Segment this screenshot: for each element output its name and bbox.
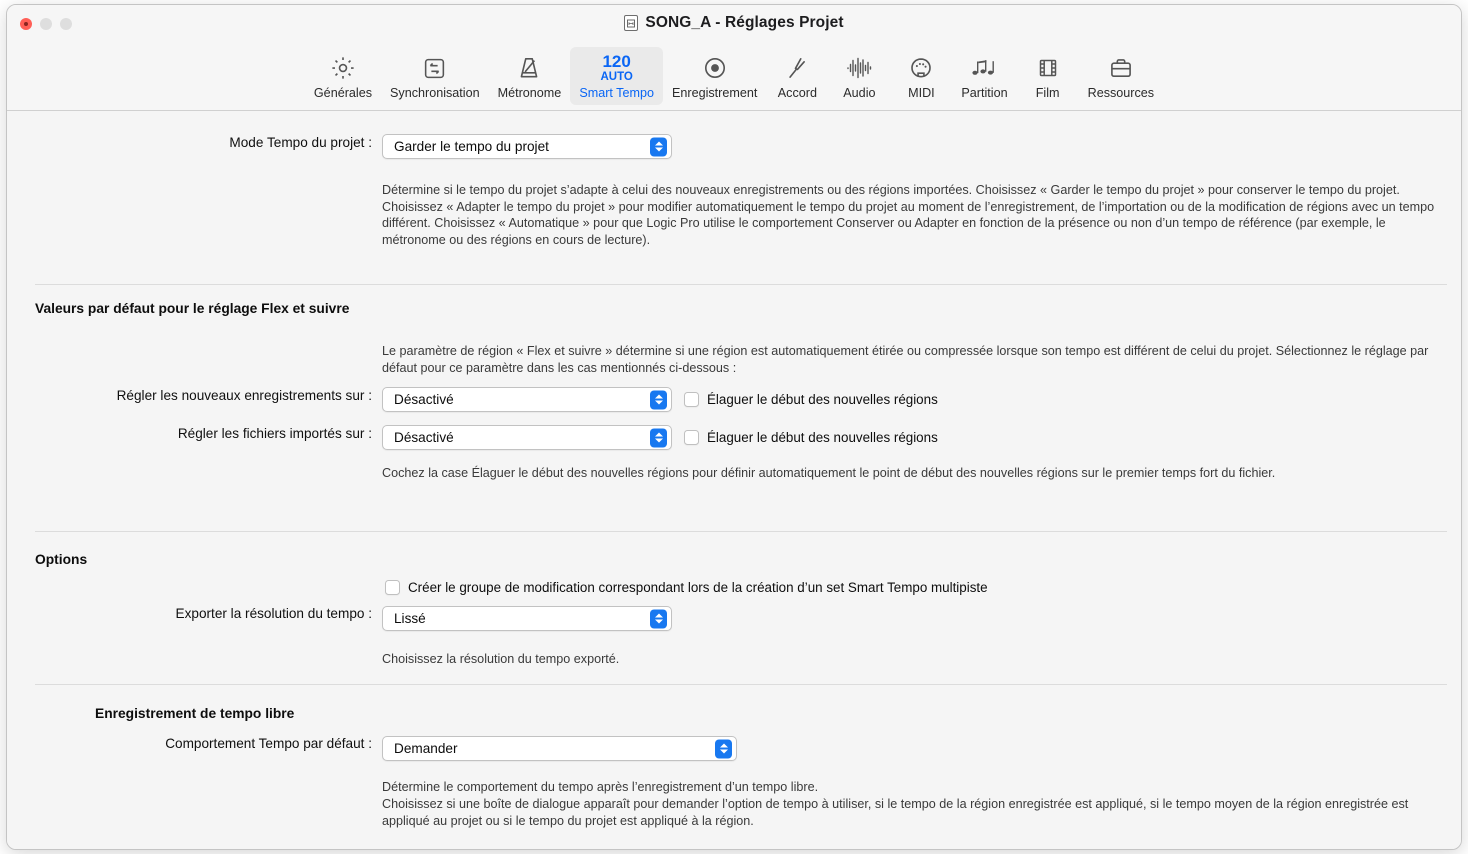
project-tempo-mode-label: Mode Tempo du projet : — [229, 135, 372, 150]
free-tempo-description-line1: Détermine le comportement du tempo après… — [382, 780, 819, 794]
tempo-mode: AUTO — [600, 70, 633, 83]
free-tempo-section-heading: Enregistrement de tempo libre — [95, 706, 295, 721]
tempo-value: 120 — [602, 51, 631, 71]
imported-files-label-row: Régler les fichiers importés sur : — [7, 426, 372, 441]
tab-midi[interactable]: MIDI — [890, 47, 952, 105]
project-tempo-mode-select[interactable]: Garder le tempo du projet — [382, 134, 672, 159]
project-tempo-mode-value: Garder le tempo du projet — [394, 139, 549, 154]
document-icon — [624, 15, 639, 31]
checkbox-box[interactable] — [684, 430, 699, 445]
tab-label: Générales — [313, 86, 372, 100]
flex-section-heading: Valeurs par défaut pour le réglage Flex … — [35, 301, 350, 316]
export-resolution-hint: Choisissez la résolution du tempo export… — [382, 652, 620, 666]
new-recordings-label: Régler les nouveaux enregistrements sur … — [116, 388, 372, 403]
tab-partition[interactable]: Partition — [952, 47, 1016, 105]
imported-files-trim-checkbox[interactable]: Élaguer le début des nouvelles régions — [684, 430, 938, 445]
tab-synchronisation[interactable]: Synchronisation — [381, 47, 489, 105]
tab-label: Audio — [843, 86, 876, 100]
imported-files-value: Désactivé — [394, 430, 454, 445]
tab-label: Smart Tempo — [579, 86, 654, 100]
options-section-heading: Options — [35, 552, 88, 567]
gear-icon — [330, 51, 356, 85]
briefcase-icon — [1108, 51, 1134, 85]
imported-files-label: Régler les fichiers importés sur : — [177, 426, 372, 441]
chevron-updown-icon — [650, 428, 667, 447]
tab-ressources[interactable]: Ressources — [1079, 47, 1164, 105]
export-resolution-value: Lissé — [394, 611, 426, 626]
chevron-updown-icon — [650, 609, 667, 628]
checkbox-box[interactable] — [385, 580, 400, 595]
title-bar: SONG_A - Réglages Projet — [7, 5, 1461, 45]
export-resolution-label: Exporter la résolution du tempo : — [175, 606, 372, 621]
metronome-icon — [516, 51, 542, 85]
record-icon — [702, 51, 728, 85]
divider-1 — [35, 284, 1447, 285]
midi-icon — [908, 51, 934, 85]
export-resolution-label-row: Exporter la résolution du tempo : — [7, 606, 372, 621]
flex-section-footnote: Cochez la case Élaguer le début des nouv… — [382, 466, 1276, 480]
tab-enregistrement[interactable]: Enregistrement — [663, 47, 766, 105]
checkbox-label: Élaguer le début des nouvelles régions — [707, 392, 938, 407]
new-recordings-trim-checkbox[interactable]: Élaguer le début des nouvelles régions — [684, 392, 938, 407]
tab-metronome[interactable]: Métronome — [489, 47, 571, 105]
chevron-updown-icon — [650, 390, 667, 409]
checkbox-label: Créer le groupe de modification correspo… — [408, 580, 988, 595]
checkbox-box[interactable] — [684, 392, 699, 407]
sync-arrows-icon — [422, 51, 447, 85]
tab-label: MIDI — [908, 86, 935, 100]
project-tempo-mode-description: Détermine si le tempo du projet s’adapte… — [382, 183, 1435, 247]
export-resolution-select[interactable]: Lissé — [382, 606, 672, 631]
divider-3 — [35, 684, 1447, 685]
window-title-group: SONG_A - Réglages Projet — [7, 14, 1461, 32]
chevron-updown-icon — [650, 137, 667, 156]
filmstrip-icon — [1036, 51, 1060, 85]
notes-icon — [970, 51, 998, 85]
page-title: SONG_A - Réglages Projet — [645, 14, 844, 31]
new-recordings-select[interactable]: Désactivé — [382, 387, 672, 412]
new-recordings-label-row: Régler les nouveaux enregistrements sur … — [7, 388, 372, 403]
tab-label: Partition — [961, 86, 1008, 100]
tab-label: Enregistrement — [671, 86, 758, 100]
free-tempo-description-line2: Choisissez si une boîte de dialogue appa… — [382, 797, 1409, 828]
chevron-updown-icon — [715, 739, 732, 758]
tab-label: Métronome — [497, 86, 562, 100]
settings-content: Mode Tempo du projet : Garder le tempo d… — [7, 111, 1461, 849]
tuning-fork-icon — [784, 51, 810, 85]
tab-audio[interactable]: Audio — [828, 47, 890, 105]
flex-section-description: Le paramètre de région « Flex et suivre … — [382, 344, 1429, 375]
default-tempo-behavior-value: Demander — [394, 741, 458, 756]
divider-2 — [35, 531, 1447, 532]
tab-label: Ressources — [1087, 86, 1155, 100]
create-edit-group-checkbox[interactable]: Créer le groupe de modification correspo… — [385, 580, 988, 595]
tab-smart-tempo[interactable]: 120 AUTO Smart Tempo — [570, 47, 663, 105]
project-settings-window: SONG_A - Réglages Projet Générales Synch… — [6, 4, 1462, 850]
tab-film[interactable]: Film — [1017, 47, 1079, 105]
default-tempo-behavior-label-row: Comportement Tempo par défaut : — [7, 736, 372, 751]
imported-files-select[interactable]: Désactivé — [382, 425, 672, 450]
tab-generales[interactable]: Générales — [305, 47, 381, 105]
tab-label: Synchronisation — [390, 86, 480, 100]
waveform-icon — [845, 51, 873, 85]
checkbox-label: Élaguer le début des nouvelles régions — [707, 430, 938, 445]
project-tempo-mode-label-row: Mode Tempo du projet : — [7, 135, 372, 150]
tab-label: Film — [1035, 86, 1060, 100]
tab-label: Accord — [777, 86, 817, 100]
new-recordings-value: Désactivé — [394, 392, 454, 407]
default-tempo-behavior-label: Comportement Tempo par défaut : — [165, 736, 372, 751]
tempo-icon: 120 AUTO — [600, 51, 632, 85]
settings-toolbar: Générales Synchronisation Métronome 120 … — [7, 45, 1461, 111]
tab-accord[interactable]: Accord — [766, 47, 828, 105]
default-tempo-behavior-select[interactable]: Demander — [382, 736, 737, 761]
